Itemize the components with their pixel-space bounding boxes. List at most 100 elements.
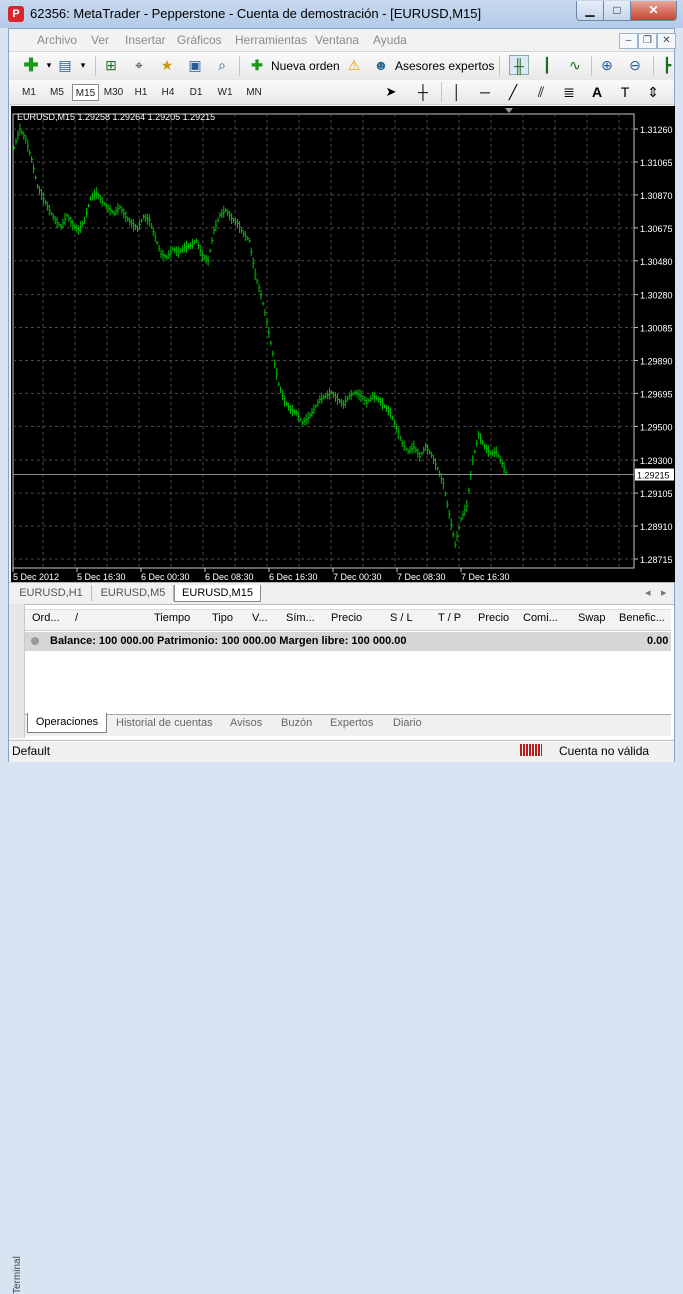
col-price[interactable]: Precio <box>478 612 509 624</box>
zoom-in-icon[interactable]: ⊕ <box>597 55 617 75</box>
col-sort[interactable]: / <box>75 612 78 624</box>
folder-star-icon[interactable]: ★ <box>157 55 177 75</box>
crosshair-icon[interactable]: ⌖ <box>129 55 149 75</box>
expert-advisor-icon[interactable]: ☻ <box>371 55 391 75</box>
warning-icon[interactable]: ⚠ <box>344 55 364 75</box>
timeframe-m1[interactable]: M1 <box>16 84 42 101</box>
y-tick-label: 1.30085 <box>640 324 673 334</box>
tab-eurusd-m15[interactable]: EURUSD,M15 <box>174 585 261 602</box>
mdi-minimize-button[interactable]: – <box>619 33 638 49</box>
col-symbol[interactable]: Sím... <box>286 612 315 624</box>
y-tick-label: 1.30480 <box>640 257 673 267</box>
menu-ayuda[interactable]: Ayuda <box>373 33 407 47</box>
zoom-out-icon[interactable]: ⊖ <box>625 55 645 75</box>
timeframe-d1[interactable]: D1 <box>184 84 208 101</box>
y-tick-label: 1.29105 <box>640 489 673 499</box>
timeframe-mn[interactable]: MN <box>240 84 268 101</box>
timeframe-m15[interactable]: M15 <box>72 84 99 101</box>
balance-profit: 0.00 <box>647 635 669 647</box>
label-tool-icon[interactable]: T <box>615 82 635 102</box>
connection-bars-icon <box>520 744 542 756</box>
tab-eurusd-h1[interactable]: EURUSD,H1 <box>11 585 92 601</box>
col-sl[interactable]: S / L <box>390 612 413 624</box>
timeframe-m30[interactable]: M30 <box>100 84 127 101</box>
x-tick-label: 7 Dec 08:30 <box>397 572 446 582</box>
mdi-restore-button[interactable]: ❐ <box>638 33 657 49</box>
toolbar-separator <box>239 56 240 76</box>
tab-historial[interactable]: Historial de cuentas <box>116 717 213 729</box>
toolbar-separator <box>591 56 592 76</box>
y-tick-label: 1.29695 <box>640 389 673 399</box>
new-order-button[interactable]: Nueva orden <box>271 59 340 73</box>
window-icon[interactable]: ▤ <box>55 55 75 75</box>
timeframe-m5[interactable]: M5 <box>44 84 70 101</box>
tab-operaciones[interactable]: Operaciones <box>27 713 107 733</box>
cursor-icon[interactable]: ➤ <box>381 82 401 102</box>
menu-ventana[interactable]: Ventana <box>315 33 359 47</box>
line-chart-icon[interactable]: ∿ <box>565 55 585 75</box>
tab-diario[interactable]: Diario <box>393 717 422 729</box>
tab-eurusd-m5[interactable]: EURUSD,M5 <box>93 585 174 601</box>
maximize-button[interactable]: □ <box>603 1 631 21</box>
menu-herramientas[interactable]: Herramientas <box>235 33 307 47</box>
menu-insertar[interactable]: Insertar <box>125 33 166 47</box>
market-icon[interactable]: ⊞ <box>101 55 121 75</box>
vertical-line-icon[interactable]: │ <box>447 82 467 102</box>
bar-chart-icon[interactable]: ╫ <box>509 55 529 75</box>
y-tick-label: 1.30280 <box>640 291 673 301</box>
y-tick-label: 1.29500 <box>640 422 673 432</box>
minimize-button[interactable]: ▁ <box>576 1 604 21</box>
chevron-down-icon[interactable]: ▾ <box>73 55 93 75</box>
tester-icon[interactable]: ⌕ <box>212 55 232 75</box>
tabs-scroll-right-icon[interactable]: ▸ <box>661 586 667 599</box>
x-tick-label: 5 Dec 16:30 <box>77 572 126 582</box>
tab-buzon[interactable]: Buzón <box>281 717 312 729</box>
chart-shift-icon[interactable]: ┣ <box>657 55 677 75</box>
plus-icon[interactable]: ✚ <box>21 55 41 75</box>
col-type[interactable]: Tipo <box>212 612 233 624</box>
tab-avisos[interactable]: Avisos <box>230 717 262 729</box>
chart-canvas[interactable]: 1.31260 1.31065 1.30870 1.30675 1.30480 1.302… <box>11 106 675 582</box>
toolbar-separator <box>441 82 442 102</box>
new-order-icon[interactable]: ✚ <box>247 55 267 75</box>
col-tp[interactable]: T / P <box>438 612 461 624</box>
timeframe-h4[interactable]: H4 <box>156 84 180 101</box>
expert-advisors-button[interactable]: Asesores expertos <box>395 59 494 73</box>
fibonacci-icon[interactable]: ≣ <box>559 82 579 102</box>
col-open-price[interactable]: Precio <box>331 612 362 624</box>
terminal-sidebar: Terminal <box>9 604 25 1294</box>
menu-ver[interactable]: Ver <box>91 33 109 47</box>
channel-icon[interactable]: ⫽ <box>531 82 551 102</box>
crosshair-tool-icon[interactable]: ┼ <box>413 82 433 102</box>
col-volume[interactable]: V... <box>252 612 268 624</box>
col-order[interactable]: Ord... <box>32 612 60 624</box>
app-icon: P <box>8 6 24 22</box>
candlestick-icon[interactable]: ┃ <box>537 55 557 75</box>
price-chart[interactable]: 1.31260 1.31065 1.30870 1.30675 1.30480 1.302… <box>11 106 675 582</box>
close-button[interactable]: ✕ <box>630 1 677 21</box>
timeframe-w1[interactable]: W1 <box>212 84 238 101</box>
tabs-scroll-left-icon[interactable]: ◂ <box>645 586 651 599</box>
text-tool-icon[interactable]: A <box>587 82 607 102</box>
y-tick-label: 1.29300 <box>640 456 673 466</box>
col-profit[interactable]: Benefic... <box>619 612 665 624</box>
horizontal-line-icon[interactable]: ─ <box>475 82 495 102</box>
terminal-icon[interactable]: ▣ <box>185 55 205 75</box>
mdi-close-button[interactable]: ✕ <box>657 33 676 49</box>
menu-graficos[interactable]: Gráficos <box>177 33 222 47</box>
terminal-label: Terminal <box>12 1256 23 1294</box>
menu-archivo[interactable]: Archivo <box>37 33 77 47</box>
plot-frame <box>12 113 635 569</box>
standard-toolbar: ✚ ▾ ▤ ▾ ⊞ ⌖ ★ ▣ ⌕ ✚ Nueva orden ⚠ ☻ Ases… <box>9 51 674 81</box>
col-swap[interactable]: Swap <box>578 612 606 624</box>
col-time[interactable]: Tiempo <box>154 612 190 624</box>
status-profile: Default <box>12 744 51 758</box>
trendline-icon[interactable]: ╱ <box>503 82 523 102</box>
col-commission[interactable]: Comi... <box>523 612 558 624</box>
status-connection: Cuenta no válida <box>559 744 650 758</box>
tab-expertos[interactable]: Expertos <box>330 717 373 729</box>
chart-shift-marker <box>505 108 513 113</box>
y-tick-label: 1.31260 <box>640 125 673 135</box>
timeframe-h1[interactable]: H1 <box>129 84 153 101</box>
arrow-tool-icon[interactable]: ⇕ <box>643 82 663 102</box>
